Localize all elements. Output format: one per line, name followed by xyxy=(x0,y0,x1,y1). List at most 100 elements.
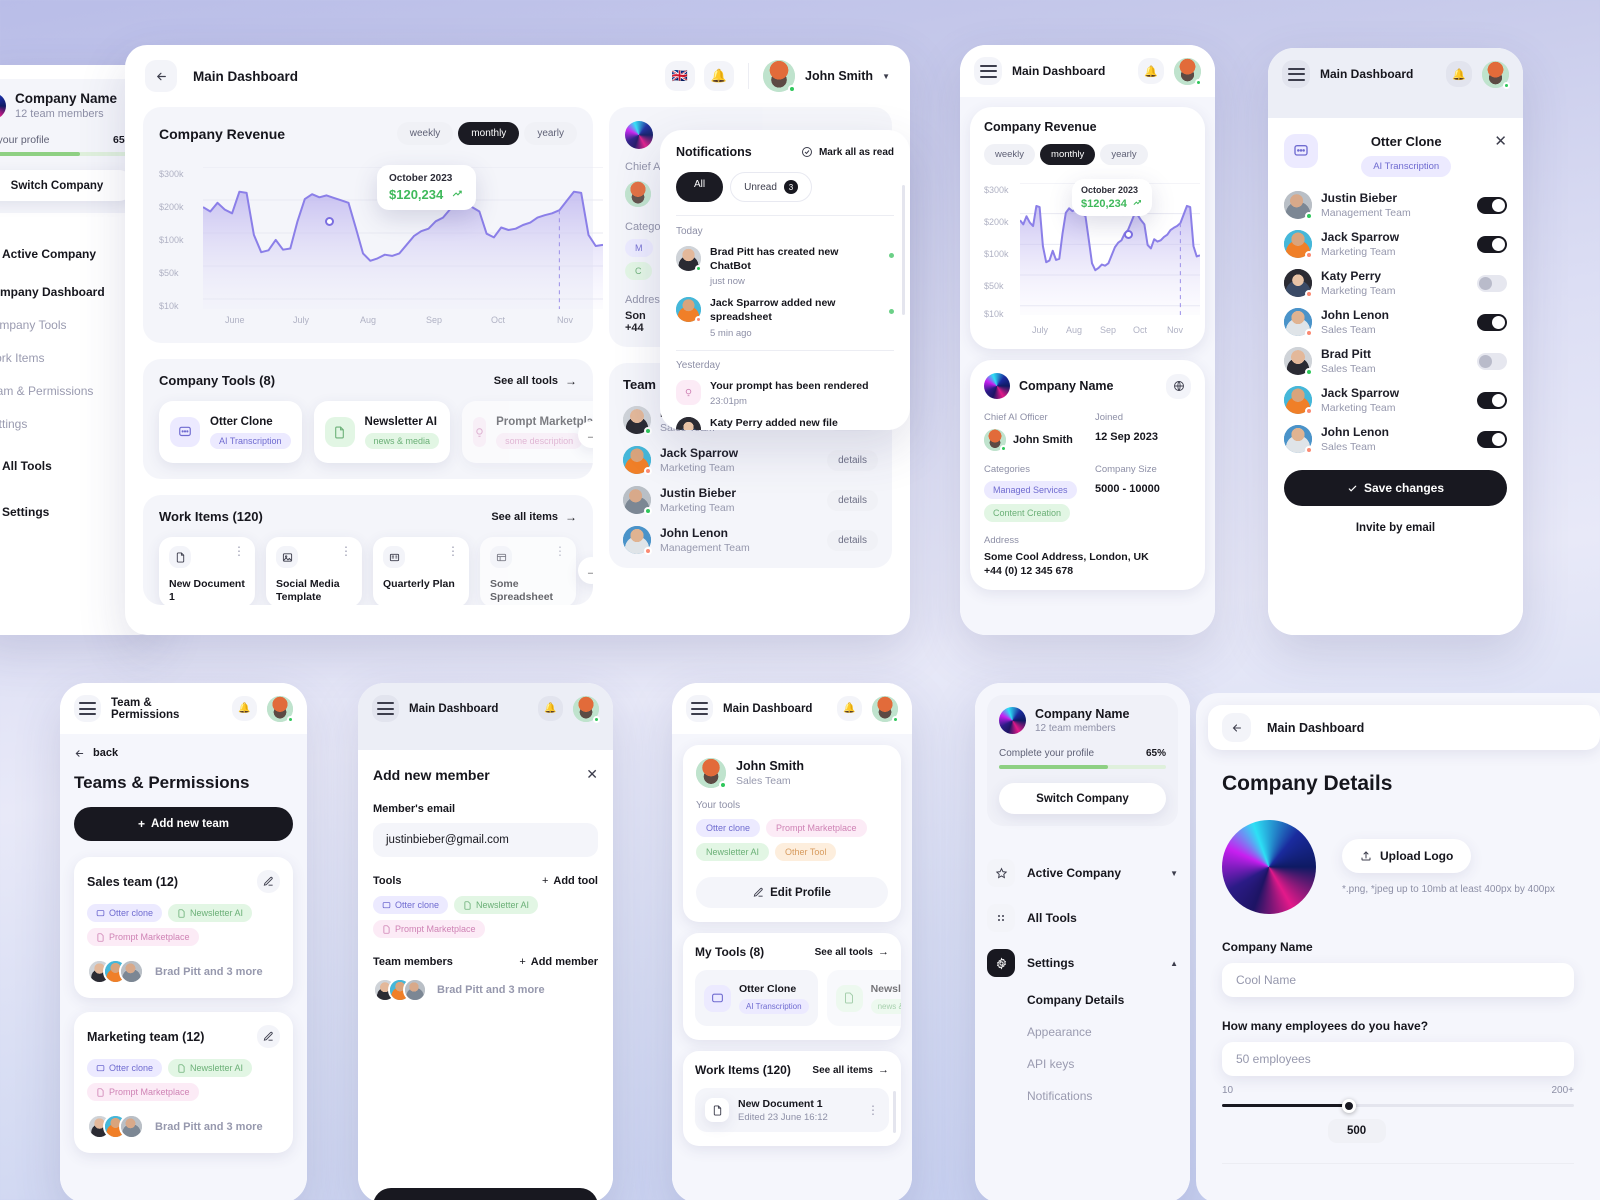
sidebar-item-active-company[interactable]: Active Company ▼ xyxy=(987,859,1178,887)
globe-icon[interactable] xyxy=(1166,373,1191,399)
sidebar-subitem-company-details[interactable]: Company Details xyxy=(1027,993,1178,1007)
mark-all-read-button[interactable]: Mark all as read xyxy=(819,147,894,158)
range-yearly[interactable]: yearly xyxy=(524,122,577,145)
scrollbar[interactable] xyxy=(893,1091,896,1133)
sidebar-subitem-notifications[interactable]: Notifications xyxy=(1027,1089,1178,1103)
see-all-items-link[interactable]: See all items xyxy=(491,511,558,523)
permission-toggle[interactable] xyxy=(1477,313,1507,331)
email-field[interactable]: justinbieber@gmail.com xyxy=(373,823,598,857)
tool-card[interactable]: Prompt Marketplace some description xyxy=(462,401,593,463)
back-link[interactable]: back xyxy=(74,747,293,759)
sidebar-item-all-tools[interactable]: All Tools xyxy=(987,904,1178,932)
more-icon[interactable]: ⋮ xyxy=(447,545,459,557)
permission-toggle[interactable] xyxy=(1477,274,1507,292)
edit-profile-button[interactable]: Edit Profile xyxy=(696,877,888,908)
uk-flag-icon[interactable]: 🇬🇧 xyxy=(665,61,696,91)
avatar[interactable] xyxy=(267,695,294,723)
tool-tag[interactable]: Newsletter AI xyxy=(454,896,539,914)
range-monthly[interactable]: monthly xyxy=(458,122,520,145)
work-item-card[interactable]: ⋮ Social Media Template xyxy=(266,537,362,605)
close-icon[interactable]: ✕ xyxy=(586,766,598,783)
menu-button[interactable] xyxy=(974,57,1002,85)
tool-card[interactable]: Newsletter AI news & media xyxy=(826,970,901,1026)
menu-button[interactable] xyxy=(1282,60,1310,88)
employees-input[interactable]: 50 employees xyxy=(1222,1042,1574,1076)
avatar[interactable] xyxy=(1482,60,1510,89)
list-item[interactable]: John Lenon Sales Team xyxy=(1284,425,1507,454)
more-icon[interactable]: ⋮ xyxy=(554,545,566,557)
bell-icon[interactable]: 🔔 xyxy=(837,696,862,721)
range-weekly[interactable]: weekly xyxy=(984,144,1036,165)
tool-card[interactable]: Otter Clone AI Transcription xyxy=(695,970,818,1026)
tool-tag[interactable]: Prompt Marketplace xyxy=(373,920,485,938)
back-button[interactable] xyxy=(145,60,177,92)
work-item-row[interactable]: New Document 1 Edited 23 June 16:12 ⋮ xyxy=(695,1088,889,1132)
company-name-input[interactable]: Cool Name xyxy=(1222,963,1574,997)
bell-icon[interactable]: 🔔 xyxy=(1138,58,1164,84)
bell-icon[interactable]: 🔔 xyxy=(232,696,257,721)
work-item-card[interactable]: ⋮ New Document 1 xyxy=(159,537,255,605)
avatar[interactable] xyxy=(763,60,797,93)
arrow-right-icon[interactable]: → xyxy=(565,374,577,388)
permission-toggle[interactable] xyxy=(1477,352,1507,370)
list-item[interactable]: Jack Sparrow Marketing Team xyxy=(1284,386,1507,415)
arrow-right-icon[interactable]: → xyxy=(565,510,577,524)
avatar[interactable] xyxy=(573,695,600,723)
list-item[interactable]: Justin Bieber Management Team xyxy=(1284,191,1507,220)
permission-toggle[interactable] xyxy=(1477,235,1507,253)
switch-company-button[interactable]: Switch Company xyxy=(0,170,134,201)
list-item[interactable]: Brad Pitt Sales Team xyxy=(1284,347,1507,376)
work-item-card[interactable]: ⋮ Some Spreadsheet xyxy=(480,537,576,605)
range-monthly[interactable]: monthly xyxy=(1040,144,1096,165)
notification-item[interactable]: Katy Perry added new file 15:21pm xyxy=(676,417,894,430)
work-item-card[interactable]: ⋮ Quarterly Plan xyxy=(373,537,469,605)
more-icon[interactable]: ⋮ xyxy=(867,1103,879,1117)
close-icon[interactable]: ✕ xyxy=(1494,134,1507,149)
arrow-right-icon[interactable]: → xyxy=(878,1064,889,1076)
range-weekly[interactable]: weekly xyxy=(396,122,454,145)
notification-item[interactable]: Jack Sparrow added new spreadsheet 5 min… xyxy=(676,297,894,339)
notification-item[interactable]: Brad Pitt has created new ChatBot just n… xyxy=(676,246,894,287)
see-all-items-link[interactable]: See all items xyxy=(812,1065,873,1076)
team-card[interactable]: Sales team (12) Otter clone Newsletter A… xyxy=(74,857,293,998)
list-item[interactable]: Katy Perry Marketing Team xyxy=(1284,269,1507,298)
list-item[interactable]: Jack Sparrow Marketing Team xyxy=(1284,230,1507,259)
employees-slider[interactable] xyxy=(1222,1099,1574,1113)
list-item[interactable]: John Lenon Management Team details xyxy=(623,526,878,555)
tab-all[interactable]: All xyxy=(676,172,724,202)
avatar[interactable] xyxy=(872,695,899,723)
invite-by-email-link[interactable]: Invite by email xyxy=(1284,522,1507,534)
scrollbar[interactable] xyxy=(902,185,905,315)
edit-icon[interactable] xyxy=(257,870,280,893)
sidebar-subitem-api-keys[interactable]: API keys xyxy=(1027,1057,1178,1071)
menu-button[interactable] xyxy=(372,695,399,722)
details-button[interactable]: details xyxy=(827,529,878,551)
see-all-tools-link[interactable]: See all tools xyxy=(494,375,558,387)
details-button[interactable]: details xyxy=(827,489,878,511)
tool-card[interactable]: Otter Clone AI Transcription xyxy=(159,401,302,463)
back-button[interactable] xyxy=(1222,713,1251,742)
team-card[interactable]: Marketing team (12) Otter clone Newslett… xyxy=(74,1012,293,1153)
add-new-team-button[interactable]: + Add new team xyxy=(74,807,293,841)
work-next-button[interactable]: → xyxy=(578,557,593,584)
see-all-tools-link[interactable]: See all tools xyxy=(815,947,873,958)
menu-button[interactable] xyxy=(74,695,101,722)
save-changes-button[interactable]: Save changes xyxy=(1284,470,1507,506)
list-item[interactable]: Jack Sparrow Marketing Team details xyxy=(623,446,878,475)
tool-tag[interactable]: Otter clone xyxy=(373,896,449,914)
revenue-chart[interactable]: $300k $200k $100k $50k $10k October 2023… xyxy=(159,155,603,315)
slider-thumb[interactable] xyxy=(1341,1099,1356,1113)
range-yearly[interactable]: yearly xyxy=(1100,144,1148,165)
sidebar-subitem-appearance[interactable]: Appearance xyxy=(1027,1025,1178,1039)
avatar[interactable] xyxy=(1174,57,1202,86)
permission-toggle[interactable] xyxy=(1477,430,1507,448)
details-button[interactable]: details xyxy=(827,449,878,471)
list-item[interactable]: Justin Bieber Marketing Team details xyxy=(623,486,878,515)
permission-toggle[interactable] xyxy=(1477,196,1507,214)
arrow-right-icon[interactable]: → xyxy=(878,946,889,958)
list-item[interactable]: John Lenon Sales Team xyxy=(1284,308,1507,337)
bell-icon[interactable]: 🔔 xyxy=(1446,61,1472,87)
chevron-down-icon[interactable]: ▼ xyxy=(882,72,890,81)
bell-icon[interactable]: 🔔 xyxy=(538,696,563,721)
more-icon[interactable]: ⋮ xyxy=(233,545,245,557)
